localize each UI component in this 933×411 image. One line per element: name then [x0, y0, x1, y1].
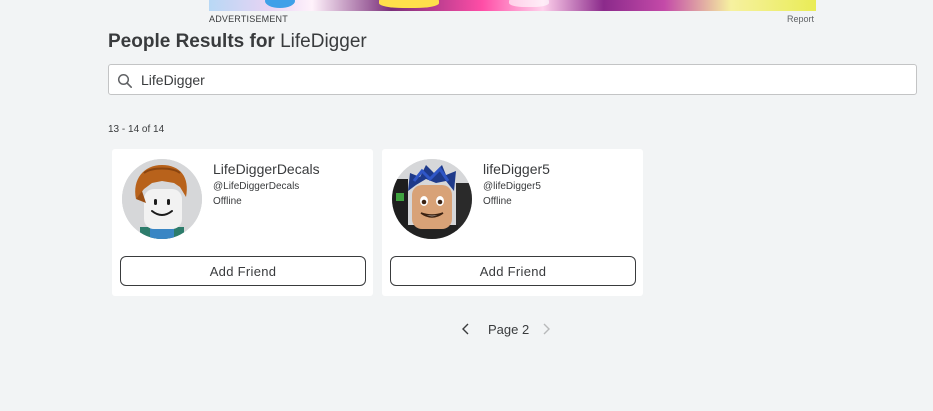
user-status: Offline [213, 196, 242, 207]
user-card: LifeDiggerDecals @LifeDiggerDecals Offli… [112, 149, 373, 296]
user-name[interactable]: LifeDiggerDecals [213, 161, 320, 177]
avatar[interactable] [122, 159, 202, 239]
chevron-right-icon[interactable] [538, 318, 554, 340]
search-icon [117, 73, 133, 89]
avatar[interactable] [392, 159, 472, 239]
chevron-left-icon[interactable] [458, 318, 474, 340]
page-title-query: LifeDigger [280, 31, 367, 52]
advertisement-banner[interactable] [209, 0, 816, 11]
user-status: Offline [483, 196, 512, 207]
user-card: lifeDigger5 @lifeDigger5 Offline Add Fri… [382, 149, 643, 296]
add-friend-button[interactable]: Add Friend [120, 256, 366, 286]
add-friend-button[interactable]: Add Friend [390, 256, 636, 286]
report-ad-link[interactable]: Report [787, 14, 814, 24]
user-handle: @LifeDiggerDecals [213, 181, 300, 192]
page-title: People Results for LifeDigger [108, 31, 367, 53]
pagination: Page 2 [458, 318, 554, 340]
results-count: 13 - 14 of 14 [108, 124, 165, 135]
page-title-prefix: People Results for [108, 31, 275, 52]
page-number: Page 2 [488, 321, 530, 337]
search-box[interactable] [108, 64, 917, 95]
search-input[interactable] [141, 69, 901, 91]
advertisement-label: ADVERTISEMENT [209, 14, 288, 24]
user-handle: @lifeDigger5 [483, 181, 541, 192]
user-name[interactable]: lifeDigger5 [483, 161, 550, 177]
